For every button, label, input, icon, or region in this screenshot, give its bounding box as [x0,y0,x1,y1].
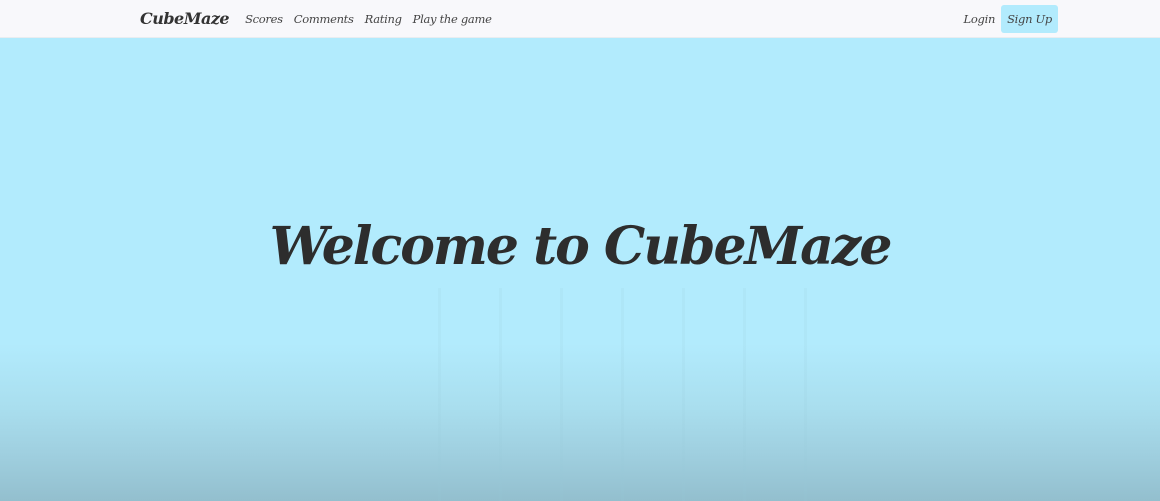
top-navbar: CubeMaze Scores Comments Rating Play the… [0,0,1160,38]
sign-up-button[interactable]: Sign Up [1001,4,1058,33]
hero-background-reflection [380,288,830,501]
nav-link-comments[interactable]: Comments [294,12,354,26]
nav-links: Scores Comments Rating Play the game [245,12,503,26]
brand-logo-link[interactable]: CubeMaze [140,9,230,28]
nav-link-play-the-game[interactable]: Play the game [413,12,492,26]
navbar-container: CubeMaze Scores Comments Rating Play the… [140,0,1058,37]
nav-link-scores[interactable]: Scores [245,12,283,26]
login-link[interactable]: Login [964,12,996,26]
hero-section: Welcome to CubeMaze [0,38,1160,501]
hero-title: Welcome to CubeMaze [269,216,893,277]
nav-link-rating[interactable]: Rating [365,12,402,26]
nav-right: Login Sign Up [964,0,1058,37]
